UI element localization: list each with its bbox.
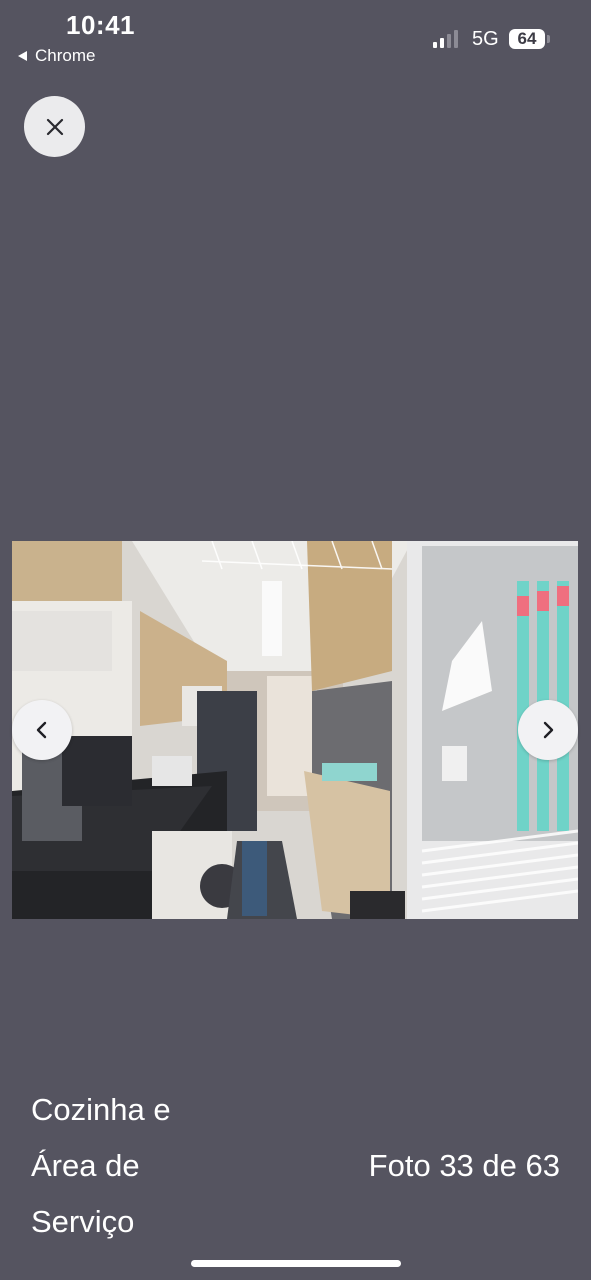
back-to-app-link[interactable]: Chrome — [18, 46, 95, 66]
battery-tip — [547, 35, 550, 43]
home-indicator[interactable] — [191, 1260, 401, 1267]
close-button[interactable] — [24, 96, 85, 157]
chevron-right-icon — [543, 721, 554, 739]
next-photo-button[interactable] — [518, 700, 578, 760]
back-app-label: Chrome — [35, 46, 96, 65]
network-type: 5G — [472, 28, 499, 50]
back-triangle-icon — [18, 51, 27, 61]
close-icon — [46, 118, 63, 135]
battery-icon: 64 — [509, 29, 545, 49]
status-time: 10:41 — [66, 10, 135, 40]
gallery-photo[interactable] — [12, 541, 578, 919]
kitchen-laundry-photo — [12, 541, 578, 919]
photo-counter: Foto 33 de 63 — [368, 1148, 560, 1183]
cellular-signal-icon — [433, 30, 458, 48]
photo-caption: Cozinha e Área de Serviço — [31, 1092, 171, 1239]
previous-photo-button[interactable] — [12, 700, 72, 760]
chevron-left-icon — [36, 721, 47, 739]
battery-level: 64 — [517, 29, 537, 48]
status-bar: 10:41 Chrome 5G 64 — [0, 0, 591, 80]
